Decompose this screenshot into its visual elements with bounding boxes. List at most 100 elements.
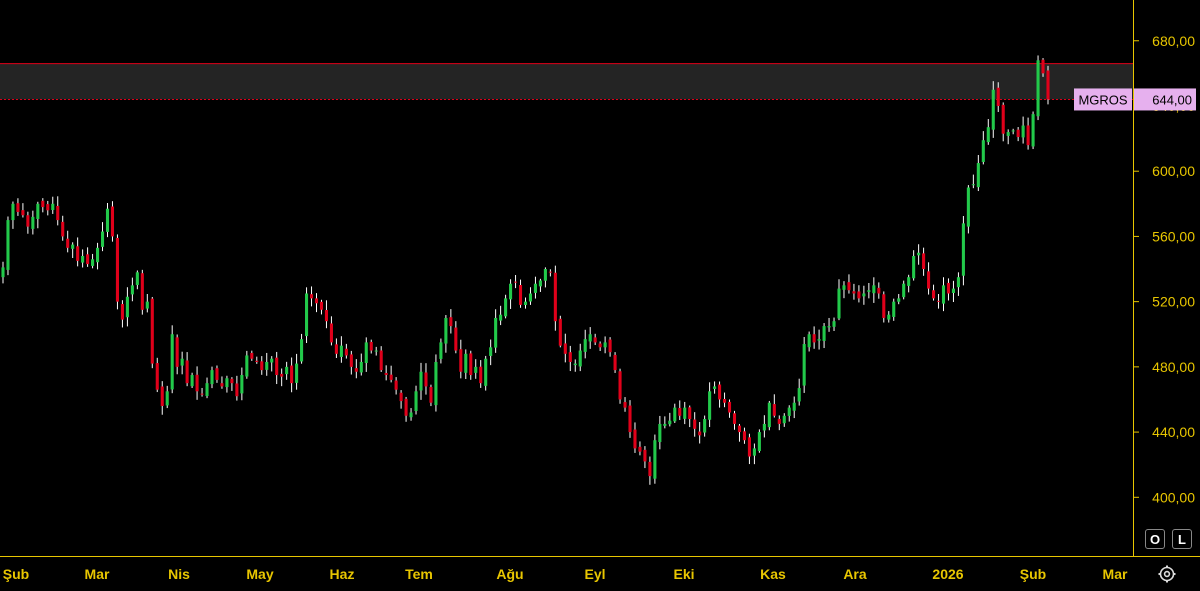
candle-body bbox=[235, 383, 239, 397]
ohlc-toggle-button[interactable]: O bbox=[1145, 529, 1165, 549]
candle bbox=[882, 291, 886, 323]
candle-body bbox=[309, 294, 314, 299]
candle-body bbox=[210, 370, 214, 385]
candle-body bbox=[105, 208, 110, 232]
candle-body bbox=[518, 284, 523, 305]
candle-body bbox=[673, 407, 677, 422]
candle-body bbox=[225, 378, 229, 388]
candle-body bbox=[1031, 114, 1035, 147]
candle-body bbox=[115, 237, 119, 302]
candle-body bbox=[404, 398, 408, 416]
candle bbox=[6, 216, 10, 276]
candle-body bbox=[643, 449, 647, 462]
candle-body bbox=[837, 288, 841, 319]
candle-body bbox=[966, 187, 970, 227]
candle-body bbox=[747, 437, 751, 457]
candle-body bbox=[956, 277, 960, 288]
candle-body bbox=[334, 344, 338, 354]
candle-body bbox=[71, 244, 75, 249]
candle-body bbox=[369, 341, 373, 351]
candle-body bbox=[469, 353, 473, 376]
candle-body bbox=[772, 404, 776, 416]
candle-body bbox=[91, 259, 95, 266]
candle-body bbox=[419, 371, 423, 391]
candle-body bbox=[314, 298, 319, 304]
y-tick-label: 600,00 bbox=[1152, 163, 1195, 179]
candle-body bbox=[1021, 125, 1025, 138]
candle-body bbox=[1006, 132, 1010, 136]
candle-body bbox=[941, 285, 946, 304]
candle-body bbox=[663, 423, 667, 426]
gear-icon[interactable] bbox=[1157, 564, 1177, 584]
candle-body bbox=[175, 337, 179, 367]
candle-body bbox=[46, 204, 50, 211]
candle-body bbox=[354, 368, 358, 372]
candle-body bbox=[120, 304, 124, 320]
y-tick-label: 440,00 bbox=[1152, 424, 1195, 440]
candle-body bbox=[897, 298, 901, 302]
candle-body bbox=[275, 357, 279, 376]
y-tick-label: 400,00 bbox=[1152, 489, 1195, 505]
candle-body bbox=[31, 216, 35, 229]
candle bbox=[558, 315, 562, 348]
candle-body bbox=[523, 301, 528, 306]
candle-body bbox=[922, 253, 926, 270]
candle-body bbox=[434, 361, 438, 406]
candle-body bbox=[902, 283, 906, 298]
candle bbox=[653, 434, 657, 484]
candle-body bbox=[852, 291, 856, 294]
x-tick-label: Ara bbox=[843, 566, 867, 582]
candle bbox=[767, 400, 771, 431]
price-chart[interactable]: 400,00440,00480,00520,00560,00600,00640,… bbox=[0, 0, 1200, 591]
candle-body bbox=[305, 293, 309, 337]
candle-body bbox=[608, 339, 612, 353]
candle bbox=[305, 287, 309, 344]
candle-body bbox=[807, 334, 811, 348]
candle-body bbox=[439, 342, 443, 359]
candle-body bbox=[444, 317, 448, 344]
candle-body bbox=[1036, 60, 1040, 117]
candle-body bbox=[548, 271, 552, 273]
candle-body bbox=[100, 231, 105, 247]
candle bbox=[170, 325, 174, 394]
candle-body bbox=[429, 387, 433, 403]
log-scale-button[interactable]: L bbox=[1172, 529, 1192, 549]
candle bbox=[618, 368, 622, 404]
x-tick-label: Tem bbox=[405, 566, 433, 582]
candle-body bbox=[200, 393, 204, 395]
candle-body bbox=[951, 288, 955, 293]
candle-body bbox=[688, 407, 692, 420]
candle-body bbox=[961, 223, 965, 276]
x-tick-label: Kas bbox=[760, 566, 786, 582]
x-tick-label: Şub bbox=[3, 566, 29, 582]
candle-body bbox=[703, 419, 707, 433]
candle bbox=[966, 185, 970, 234]
x-tick-label: Eyl bbox=[584, 566, 605, 582]
candle-body bbox=[56, 205, 60, 221]
candle-body bbox=[295, 363, 299, 383]
candle-body bbox=[946, 282, 951, 294]
candle-body bbox=[832, 321, 836, 327]
candle-body bbox=[81, 255, 85, 263]
candle-body bbox=[648, 461, 652, 477]
x-tick-label: Eki bbox=[673, 566, 694, 582]
candle bbox=[802, 336, 806, 393]
candle-body bbox=[598, 343, 602, 348]
candle-body bbox=[981, 140, 985, 162]
candle-body bbox=[678, 407, 682, 416]
candle-body bbox=[882, 294, 886, 318]
candle-body bbox=[762, 423, 766, 431]
candle-body bbox=[986, 127, 990, 143]
candle-body bbox=[21, 210, 25, 216]
candle-body bbox=[872, 285, 876, 294]
candle-body bbox=[215, 368, 219, 380]
candle bbox=[613, 352, 617, 373]
candle-body bbox=[185, 360, 189, 384]
candle-body bbox=[683, 407, 687, 419]
candle-body bbox=[538, 280, 542, 287]
candle bbox=[1046, 65, 1050, 105]
candle-body bbox=[145, 301, 149, 309]
candle-body bbox=[907, 277, 911, 286]
candle-body bbox=[389, 374, 393, 380]
candle-body bbox=[553, 272, 557, 322]
